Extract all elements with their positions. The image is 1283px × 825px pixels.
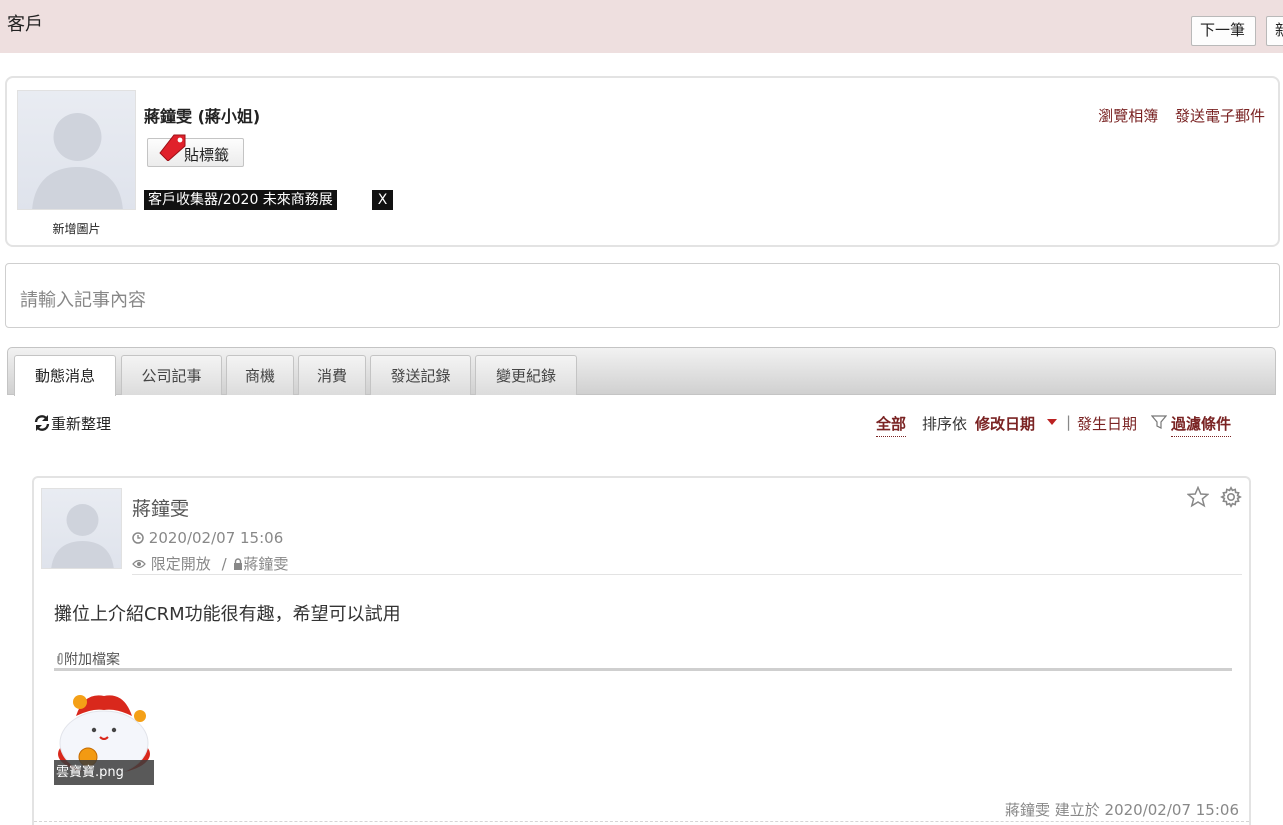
tab-bar: 動態消息 公司記事 商機 消費 發送記錄 變更紀錄: [7, 347, 1276, 396]
browse-album-link[interactable]: 瀏覽相簿: [1098, 107, 1158, 125]
filter-all-link[interactable]: 全部: [876, 413, 907, 437]
tab-news-feed[interactable]: 動態消息: [14, 355, 116, 396]
gear-icon[interactable]: [1220, 486, 1242, 508]
person-silhouette-icon: [51, 504, 114, 568]
page-title: 客戶: [7, 14, 43, 35]
send-email-link[interactable]: 發送電子郵件: [1175, 107, 1265, 125]
refresh-button[interactable]: 重新整理: [33, 413, 111, 434]
tab-opportunities[interactable]: 商機: [226, 355, 294, 395]
attachments-label-text: 附加檔案: [64, 652, 120, 668]
sort-modified-date[interactable]: 修改日期: [975, 413, 1035, 434]
add-picture-link[interactable]: 新增圖片: [17, 220, 136, 237]
filter-conditions-link[interactable]: 過濾條件: [1171, 413, 1232, 437]
sort-occur-date[interactable]: 發生日期: [1077, 413, 1137, 434]
customer-tag: 客戶收集器/2020 未來商務展: [144, 190, 337, 210]
tab-company-notes[interactable]: 公司記事: [121, 355, 222, 395]
refresh-label: 重新整理: [51, 415, 112, 433]
note-input[interactable]: 請輸入記事內容: [5, 263, 1280, 328]
post-bottom-border: [34, 821, 1249, 822]
sort-by-label: 排序依: [922, 415, 968, 433]
paperclip-icon: [57, 652, 63, 665]
lock-icon: [234, 558, 243, 570]
new-record-button[interactable]: 新: [1266, 16, 1283, 46]
attachment-filename[interactable]: 雲寶寶.png: [54, 760, 154, 785]
clock-icon: [132, 532, 144, 544]
post-visibility: 限定開放 / 蔣鐘雯: [132, 553, 288, 574]
sort-separator: |: [1066, 413, 1072, 431]
top-bar: 客戶 下一筆 新: [0, 0, 1283, 53]
sort-filter-bar: 全部 排序依 修改日期 | 發生日期 過濾條件: [870, 413, 1240, 437]
filter-icon[interactable]: [1150, 414, 1168, 430]
post-time-text: 2020/02/07 15:06: [148, 529, 284, 547]
customer-avatar[interactable]: [17, 90, 136, 210]
tab-purchases[interactable]: 消費: [298, 355, 366, 395]
attachments-label: 附加檔案: [56, 649, 120, 669]
star-icon[interactable]: [1187, 486, 1209, 508]
eye-icon: [132, 559, 146, 569]
post-timestamp: 2020/02/07 15:06: [132, 529, 283, 547]
customer-profile-card: 新增圖片 蔣鐘雯 (蔣小姐) 貼標籤 客戶收集器/2020 未來商務展 X 瀏覽…: [5, 76, 1280, 247]
visibility-text: 限定開放: [150, 555, 211, 573]
caret-down-icon[interactable]: [1047, 419, 1057, 425]
post-author-name[interactable]: 蔣鐘雯: [132, 494, 189, 521]
customer-name: 蔣鐘雯 (蔣小姐): [144, 107, 261, 126]
person-silhouette-icon: [32, 113, 123, 209]
refresh-icon: [34, 415, 50, 431]
remove-tag-button[interactable]: X: [372, 190, 393, 210]
next-record-button[interactable]: 下一筆: [1191, 16, 1256, 46]
tag-icon: [159, 134, 186, 161]
note-placeholder: 請輸入記事內容: [20, 290, 146, 311]
visibility-separator: /: [221, 555, 227, 573]
tab-send-records[interactable]: 發送記錄: [370, 355, 471, 395]
add-tag-button[interactable]: 貼標籤: [147, 134, 244, 167]
visibility-owner: 蔣鐘雯: [243, 555, 289, 573]
post-header-divider: [132, 574, 1242, 575]
post-footer: 蔣鐘雯 建立於 2020/02/07 15:06: [1005, 801, 1239, 819]
attachments-divider: [54, 668, 1232, 671]
feed-post: 蔣鐘雯 2020/02/07 15:06 限定開放 / 蔣鐘雯 攤位上介紹CRM…: [32, 476, 1251, 825]
profile-links: 瀏覽相簿 發送電子郵件: [1086, 105, 1265, 126]
post-content: 攤位上介紹CRM功能很有趣，希望可以試用: [54, 604, 401, 625]
tab-change-log[interactable]: 變更紀錄: [475, 355, 577, 395]
post-author-avatar[interactable]: [41, 488, 122, 569]
add-tag-label: 貼標籤: [184, 146, 230, 164]
